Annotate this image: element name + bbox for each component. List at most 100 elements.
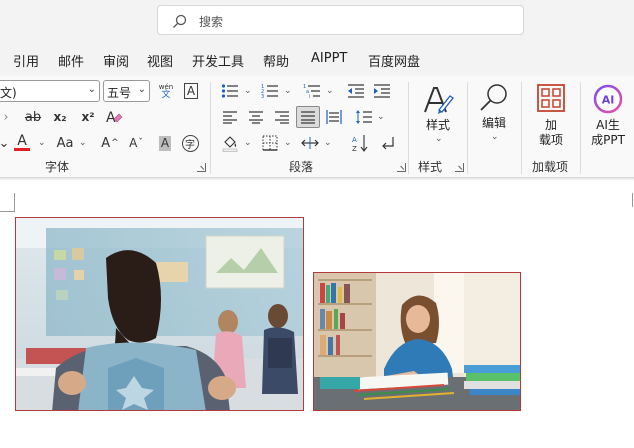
show-marks-button[interactable] bbox=[376, 132, 400, 154]
align-center-button[interactable] bbox=[244, 106, 268, 128]
chevron-down-icon[interactable]: ⌄ bbox=[326, 86, 334, 96]
styles-label: 样式 bbox=[425, 118, 450, 132]
studying-photo-image bbox=[314, 273, 520, 410]
chevron-down-icon[interactable]: ⌄ bbox=[244, 86, 252, 96]
tab-references[interactable]: 引用 bbox=[13, 51, 39, 70]
word-window: 搜索 引用 邮件 审阅 视图 开发工具 帮助 AIPPT 百度网盘 文) ⌄ 五… bbox=[0, 0, 634, 448]
justify-icon bbox=[301, 111, 315, 124]
svg-text:A: A bbox=[352, 136, 357, 144]
align-center-icon bbox=[249, 111, 263, 124]
sort-button[interactable]: AZ bbox=[348, 132, 372, 154]
tab-developer[interactable]: 开发工具 bbox=[192, 51, 244, 70]
enclose-characters-char: 字 bbox=[181, 134, 199, 152]
font-size-combo[interactable]: 五号 ⌄ bbox=[103, 80, 150, 102]
change-case-button[interactable]: Aa bbox=[54, 132, 76, 154]
character-shading-char: A bbox=[158, 135, 172, 151]
strikethrough-button[interactable]: ab bbox=[21, 106, 45, 128]
increase-indent-icon bbox=[374, 84, 390, 98]
addins-button[interactable]: 加 载项 bbox=[530, 82, 572, 148]
chinese-layout-button[interactable] bbox=[298, 132, 322, 154]
sort-icon: AZ bbox=[352, 135, 368, 152]
styles-button[interactable]: 样式 ⌄ bbox=[418, 82, 458, 144]
addins-label-line1: 加 bbox=[544, 118, 557, 132]
font-size-value: 五号 bbox=[107, 86, 132, 100]
chevron-down-icon: ⌄ bbox=[435, 134, 443, 144]
chinese-layout-icon bbox=[301, 137, 319, 149]
line-spacing-button[interactable] bbox=[352, 106, 376, 128]
svg-text:Z: Z bbox=[352, 145, 357, 152]
borders-button[interactable] bbox=[258, 132, 282, 154]
line-spacing-icon bbox=[356, 110, 372, 124]
group-separator bbox=[467, 82, 468, 174]
paragraph-dialog-launcher-icon[interactable] bbox=[397, 163, 406, 172]
tab-mailings[interactable]: 邮件 bbox=[58, 51, 84, 70]
editing-label: 编辑 bbox=[481, 116, 506, 130]
bullets-button[interactable] bbox=[218, 80, 242, 102]
bullets-icon bbox=[221, 84, 238, 98]
chevron-down-icon[interactable]: ⌄ bbox=[284, 86, 292, 96]
font-dialog-launcher-icon[interactable] bbox=[197, 163, 206, 172]
align-left-button[interactable] bbox=[218, 106, 242, 128]
search-placeholder: 搜索 bbox=[199, 15, 224, 29]
aippt-logo-text: AI bbox=[602, 94, 615, 107]
chevron-down-icon[interactable]: ⌄ bbox=[284, 138, 292, 148]
character-border-button[interactable]: A bbox=[179, 80, 203, 102]
margin-mark bbox=[0, 211, 15, 212]
align-right-button[interactable] bbox=[270, 106, 294, 128]
borders-icon bbox=[262, 135, 278, 151]
group-label-styles: 样式 bbox=[418, 160, 443, 174]
editing-button[interactable]: 编辑 ⌄ bbox=[474, 82, 514, 144]
align-right-icon bbox=[275, 111, 289, 124]
increase-indent-button[interactable] bbox=[370, 80, 394, 102]
tab-aippt[interactable]: AIPPT bbox=[311, 51, 347, 66]
margin-mark bbox=[632, 193, 633, 207]
subscript-button[interactable]: x₂ bbox=[48, 106, 72, 128]
styles-icon bbox=[424, 87, 454, 114]
tab-review[interactable]: 审阅 bbox=[103, 51, 129, 70]
numbering-icon: 123 bbox=[261, 84, 278, 99]
font-name-combo[interactable]: 文) ⌄ bbox=[0, 80, 100, 102]
ribbon-tab-bar: 引用 邮件 审阅 视图 开发工具 帮助 AIPPT 百度网盘 bbox=[0, 42, 634, 76]
group-separator bbox=[210, 82, 211, 174]
grow-font-button[interactable]: A ^ bbox=[98, 132, 122, 154]
shrink-font-button[interactable]: Aˇ bbox=[124, 132, 148, 154]
search-box[interactable]: 搜索 bbox=[157, 5, 524, 35]
justify-button[interactable] bbox=[296, 106, 320, 128]
font-color-button[interactable]: A bbox=[10, 131, 34, 153]
clear-formatting-icon: A bbox=[106, 110, 123, 126]
multilevel-list-button[interactable]: 1ai bbox=[300, 80, 324, 102]
tab-baidu-netdisk[interactable]: 百度网盘 bbox=[368, 51, 420, 70]
picture-girl-writing[interactable] bbox=[313, 272, 521, 411]
svg-text:A: A bbox=[106, 110, 116, 126]
paragraph-mark-icon bbox=[382, 137, 394, 150]
styles-dialog-launcher-icon[interactable] bbox=[455, 163, 464, 172]
group-separator bbox=[580, 82, 581, 174]
aippt-label-line1: AI生 bbox=[596, 118, 620, 132]
chevron-down-icon[interactable]: ⌄ bbox=[377, 112, 385, 122]
shrink-font-char: A bbox=[129, 136, 138, 150]
chevron-down-icon[interactable]: ⌄ bbox=[38, 138, 46, 148]
distributed-button[interactable] bbox=[322, 106, 346, 128]
decrease-indent-button[interactable] bbox=[344, 80, 368, 102]
font-color-char: A bbox=[17, 132, 27, 149]
clear-formatting-button[interactable]: A bbox=[102, 106, 126, 128]
tab-view[interactable]: 视图 bbox=[147, 51, 173, 70]
phonetic-guide-button[interactable]: wén 文 bbox=[154, 80, 178, 102]
tab-help[interactable]: 帮助 bbox=[263, 51, 289, 70]
ai-generate-ppt-button[interactable]: AI AI生 成PPT bbox=[586, 82, 630, 148]
enclose-characters-button[interactable]: 字 bbox=[178, 132, 202, 154]
superscript-button[interactable]: x² bbox=[76, 106, 100, 128]
italic-partial-button[interactable]: › bbox=[0, 106, 18, 128]
shading-button[interactable] bbox=[218, 132, 242, 154]
chevron-down-icon[interactable]: ⌄ bbox=[79, 138, 87, 148]
group-label-paragraph: 段落 bbox=[289, 160, 314, 174]
decrease-indent-icon bbox=[348, 84, 364, 98]
group-separator bbox=[408, 82, 409, 174]
numbering-button[interactable]: 123 bbox=[258, 80, 282, 102]
picture-classroom-girl[interactable] bbox=[15, 217, 304, 411]
classroom-photo-image bbox=[16, 218, 303, 410]
character-shading-button[interactable]: A bbox=[153, 132, 177, 154]
font-color-swatch bbox=[14, 147, 30, 151]
chevron-down-icon[interactable]: ⌄ bbox=[244, 138, 252, 148]
chevron-down-icon[interactable]: ⌄ bbox=[324, 138, 332, 148]
